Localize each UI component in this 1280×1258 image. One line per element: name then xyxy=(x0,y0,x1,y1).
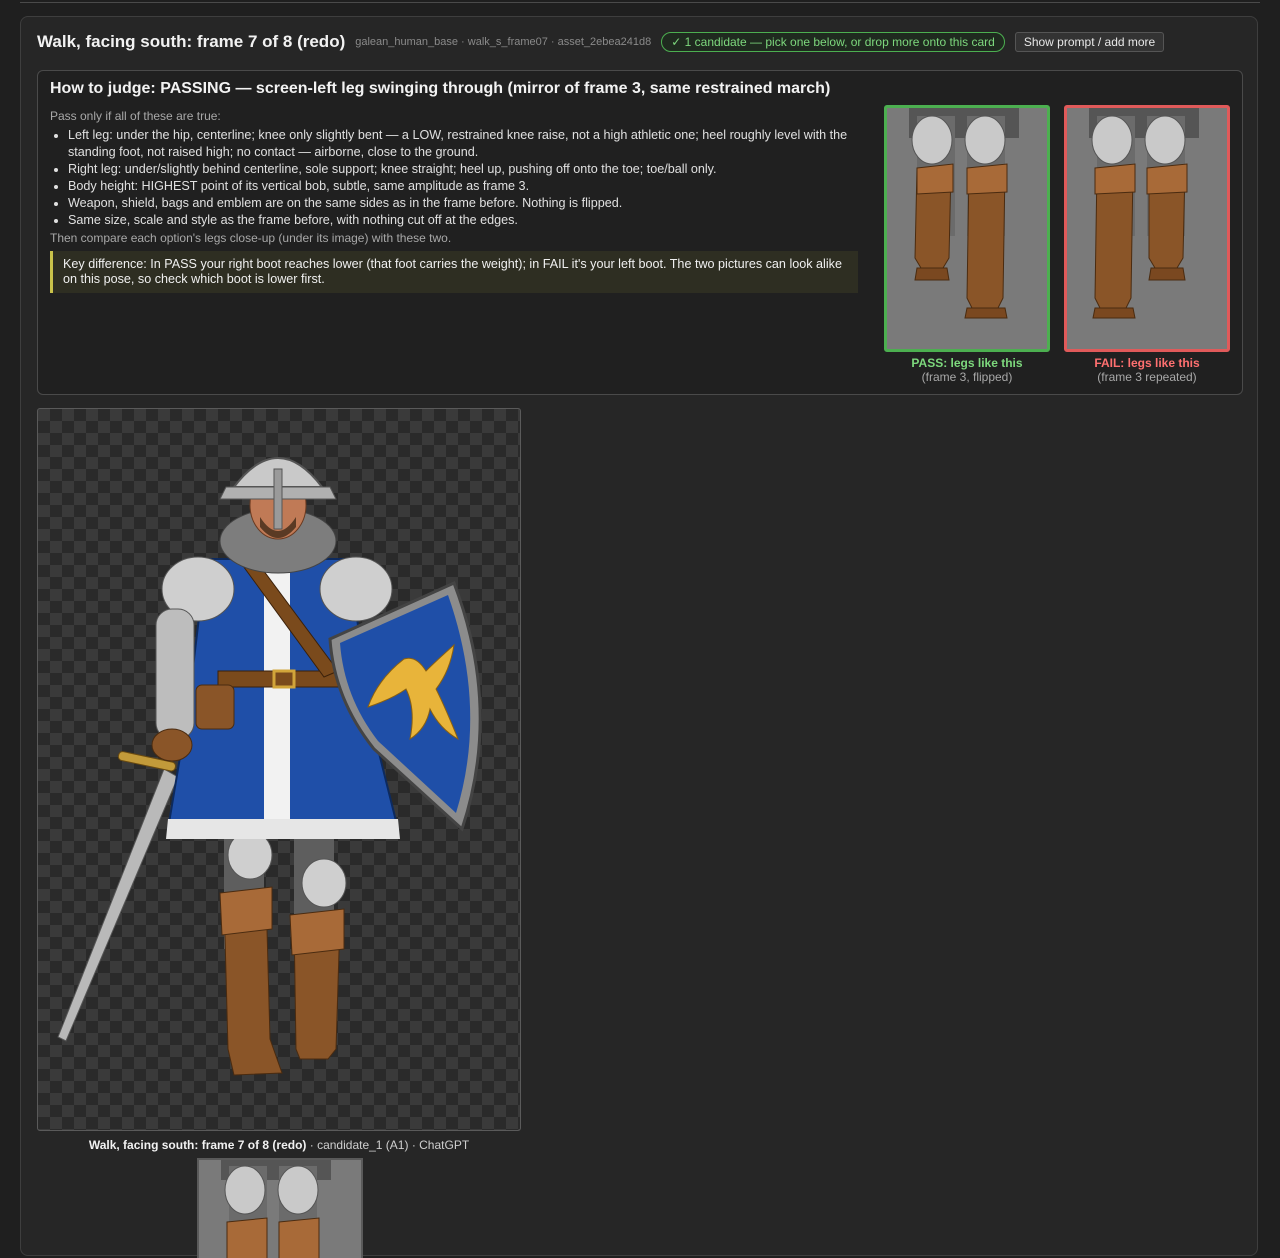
pass-legs-image xyxy=(884,105,1050,352)
asset-ids: galean_human_base · walk_s_frame07 · ass… xyxy=(355,36,652,48)
top-divider xyxy=(20,2,1260,3)
candidate-title: Walk, facing south: frame 7 of 8 (redo) xyxy=(88,1138,307,1152)
frame-card[interactable]: Walk, facing south: frame 7 of 8 (redo) … xyxy=(20,16,1258,1258)
candidate-legs-closeup xyxy=(197,1158,363,1258)
fail-sublabel: (frame 3 repeated) xyxy=(1097,370,1197,384)
criterion-body-height: Body height: HIGHEST point of its vertic… xyxy=(68,178,876,195)
card-header: Walk, facing south: frame 7 of 8 (redo) … xyxy=(37,29,1241,55)
fail-legs-image xyxy=(1064,105,1230,352)
candidate-caption: Walk, facing south: frame 7 of 8 (redo) … xyxy=(37,1138,521,1152)
criterion-scale: Same size, scale and style as the frame … xyxy=(68,212,876,229)
pass-sublabel: (frame 3, flipped) xyxy=(921,370,1013,384)
compare-note: Then compare each option's legs close-up… xyxy=(50,231,452,245)
fail-reference: FAIL: legs like this (frame 3 repeated) xyxy=(1064,105,1230,384)
show-prompt-button[interactable]: Show prompt / add more xyxy=(1014,32,1165,52)
fail-label: FAIL: legs like this xyxy=(1094,356,1200,370)
criterion-left-leg: Left leg: under the hip, centerline; kne… xyxy=(68,127,876,160)
judging-guide: How to judge: PASSING — screen-left leg … xyxy=(37,70,1243,395)
judge-heading: How to judge: PASSING — screen-left leg … xyxy=(50,80,831,97)
candidate-image[interactable] xyxy=(37,408,521,1131)
key-difference-callout: Key difference: In PASS your right boot … xyxy=(50,251,858,293)
criterion-right-leg: Right leg: under/slightly behind centerl… xyxy=(68,161,876,178)
criteria-list: Left leg: under the hip, centerline; kne… xyxy=(50,119,876,229)
candidate-meta: · candidate_1 (A1) · ChatGPT xyxy=(306,1138,470,1152)
criterion-sides: Weapon, shield, bags and emblem are on t… xyxy=(68,195,876,212)
candidate-count-badge: ✓ 1 candidate — pick one below, or drop … xyxy=(661,32,1005,52)
pass-label: PASS: legs like this xyxy=(911,356,1023,370)
card-title: Walk, facing south: frame 7 of 8 (redo) xyxy=(37,32,346,51)
pass-reference: PASS: legs like this (frame 3, flipped) xyxy=(884,105,1050,384)
